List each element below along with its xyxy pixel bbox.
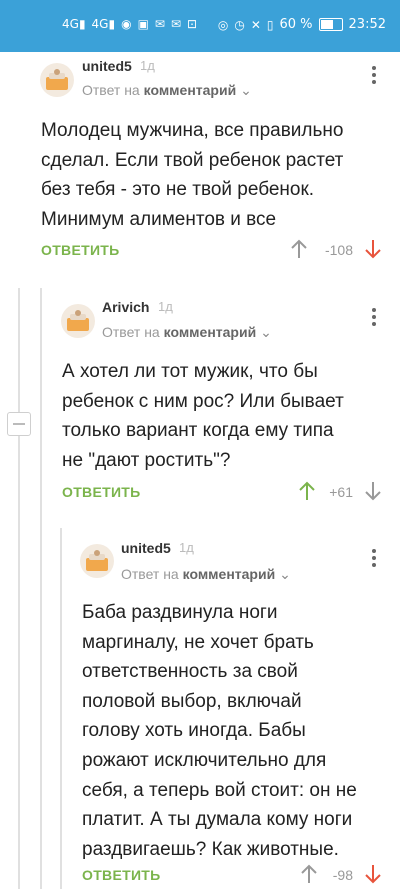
avatar[interactable] — [80, 544, 114, 578]
chevron-down-icon: ⌄ — [279, 566, 291, 582]
reply-to-link[interactable]: Ответ на комментарий ⌄ — [121, 566, 291, 583]
comment-author[interactable]: united5 — [121, 540, 171, 556]
comment-text: Баба раздвинула ноги маргиналу, не хочет… — [82, 602, 357, 860]
vote-down-icon[interactable] — [364, 864, 382, 884]
more-options-icon[interactable] — [371, 549, 377, 569]
reply-button[interactable]: ОТВЕТИТЬ — [82, 867, 161, 883]
comment-age: 1д — [179, 540, 194, 555]
comment-score: -98 — [332, 867, 353, 883]
comment: united5 1д Ответ на комментарий ⌄ Баба р… — [0, 0, 400, 889]
